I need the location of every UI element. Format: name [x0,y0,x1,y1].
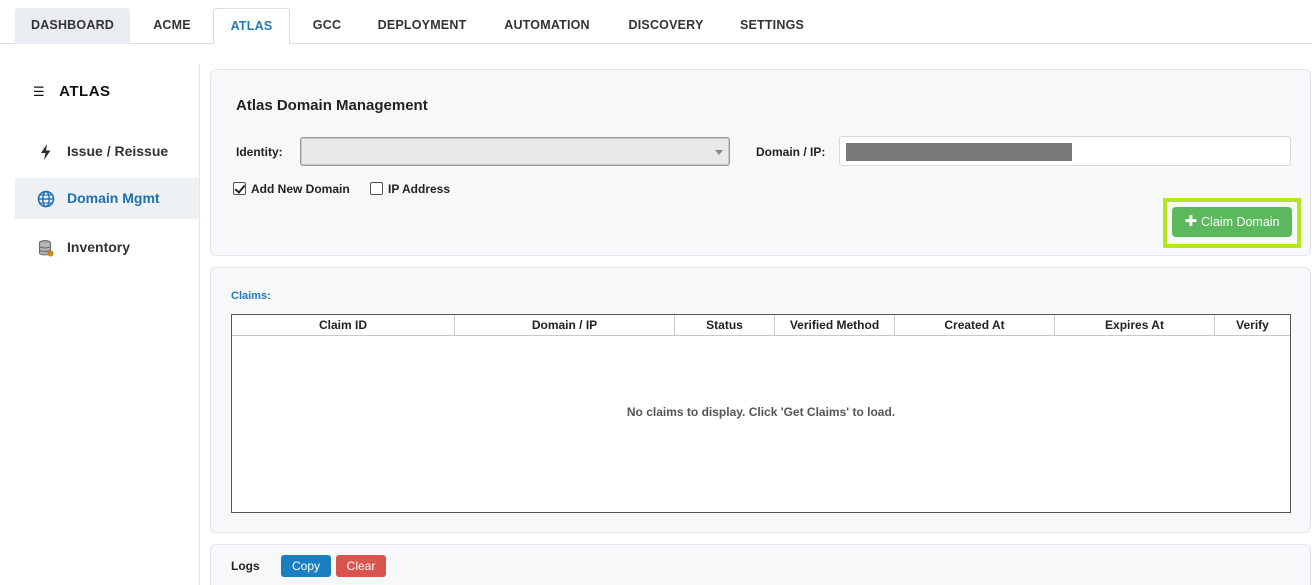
sidebar-item-inventory[interactable]: Inventory [15,227,199,268]
tab-dashboard[interactable]: DASHBOARD [15,8,130,44]
sidebar-item-domain-mgmt[interactable]: Domain Mgmt [15,178,199,219]
sidebar-item-label: Inventory [67,239,131,255]
logs-label: Logs [231,559,260,573]
column-header-domain-ip[interactable]: Domain / IP [455,315,675,335]
sidebar-header: ☰ ATLAS [33,83,111,100]
tab-gcc[interactable]: GCC [297,8,357,44]
copy-logs-button[interactable]: Copy [281,555,331,577]
database-icon [39,240,54,257]
tab-atlas[interactable]: ATLAS [213,8,290,45]
identity-select[interactable] [300,137,730,166]
tab-deployment[interactable]: DEPLOYMENT [369,8,475,44]
ip-address-label: IP Address [388,182,451,196]
domain-ip-label: Domain / IP: [756,145,826,159]
tab-automation[interactable]: AUTOMATION [492,8,602,44]
empty-table-message: No claims to display. Click 'Get Claims'… [626,405,896,419]
column-header-claim-id[interactable]: Claim ID [232,315,455,335]
domain-ip-input[interactable] [839,136,1291,166]
sidebar-title: ATLAS [59,83,111,100]
add-new-domain-label: Add New Domain [251,182,350,196]
sidebar: ☰ ATLAS Issue / Reissue Domain Mgmt Inven… [15,64,200,585]
ip-address-checkbox[interactable] [370,182,383,195]
column-header-verified-method[interactable]: Verified Method [775,315,895,335]
sidebar-item-label: Domain Mgmt [67,190,160,206]
claims-panel: Claims: Claim ID Domain / IP Status Veri… [210,267,1311,533]
add-new-domain-checkbox[interactable] [233,182,246,195]
logs-panel: Logs Copy Clear [210,544,1311,585]
tab-discovery[interactable]: DISCOVERY [619,8,713,44]
claim-domain-button[interactable]: ✚ Claim Domain [1172,207,1292,237]
top-tab-bar: DASHBOARD ACME ATLAS GCC DEPLOYMENT AUTO… [0,0,1312,45]
column-header-created-at[interactable]: Created At [895,315,1055,335]
hamburger-menu-icon[interactable]: ☰ [33,84,45,99]
sidebar-item-issue-reissue[interactable]: Issue / Reissue [15,131,199,172]
domain-management-panel: Atlas Domain Management Identity: Domain… [210,69,1311,256]
chevron-down-icon [715,150,723,155]
panel-title: Atlas Domain Management [236,97,428,114]
column-header-verify[interactable]: Verify [1215,315,1290,335]
claims-table: Claim ID Domain / IP Status Verified Met… [231,314,1291,513]
lightning-icon [41,144,51,160]
claims-label: Claims: [231,290,271,302]
identity-label: Identity: [236,145,283,159]
claims-table-header: Claim ID Domain / IP Status Verified Met… [232,315,1290,336]
globe-icon [37,190,55,208]
plus-icon: ✚ [1184,213,1198,230]
clear-logs-button[interactable]: Clear [336,555,386,577]
claim-domain-label: Claim Domain [1201,215,1280,229]
column-header-status[interactable]: Status [675,315,775,335]
tab-acme[interactable]: ACME [137,8,207,44]
column-header-expires-at[interactable]: Expires At [1055,315,1215,335]
sidebar-item-label: Issue / Reissue [67,143,169,159]
tab-settings[interactable]: SETTINGS [731,8,813,44]
redacted-text [846,143,1072,161]
